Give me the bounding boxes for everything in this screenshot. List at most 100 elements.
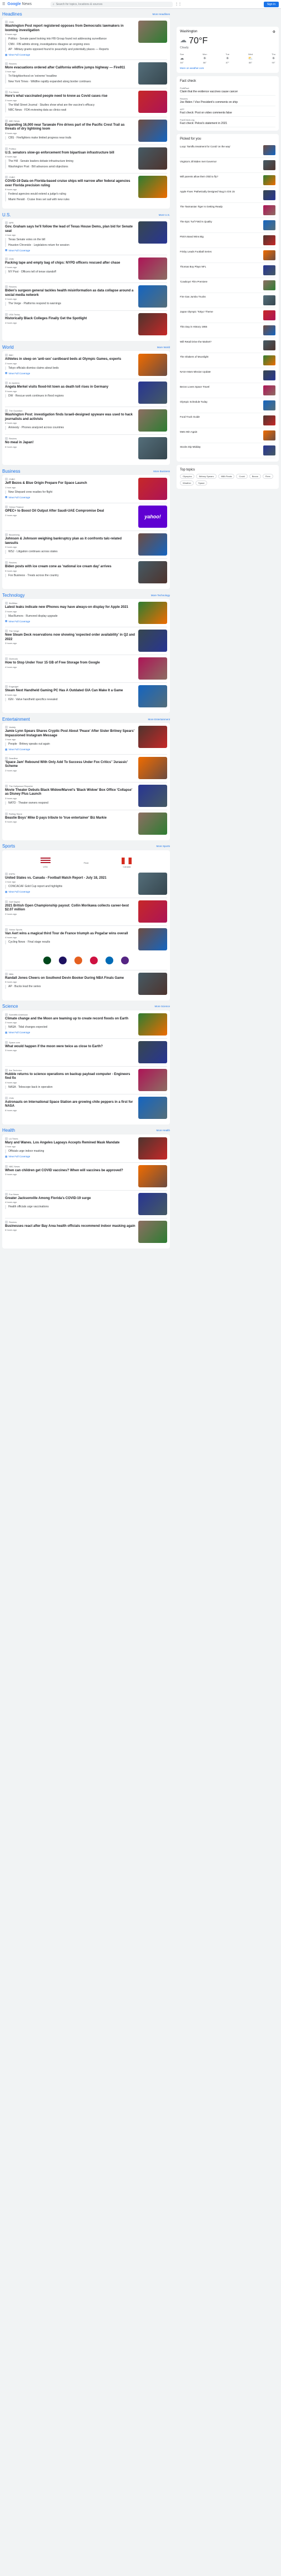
related-headline[interactable]: WSJ · Litigation continues across states (8, 550, 136, 554)
team-logo-icon[interactable] (90, 956, 98, 964)
settings-icon[interactable]: ⚙ (273, 30, 275, 34)
article-headlines-4[interactable]: Politico U.S. senators slow-go enforcemen… (5, 147, 167, 171)
article-thumbnail[interactable] (138, 1192, 167, 1215)
article-source[interactable]: The Hollywood Reporter (5, 784, 136, 787)
article-source[interactable]: Reuters (5, 62, 136, 65)
section-title-technology[interactable]: Technology (2, 593, 24, 598)
article-headline[interactable]: Randall Jones Cheers on Southend Devin B… (5, 977, 136, 981)
topic-chip[interactable]: Fires (262, 474, 273, 479)
article-sports-1[interactable]: Golf Digest 2021 British Open Championshi… (5, 900, 167, 923)
picked-item[interactable]: Stocks Dip Midday (180, 443, 275, 458)
related-headline[interactable]: Cycling News · Final stage results (8, 940, 136, 944)
article-business-2[interactable]: Bloomberg Johnson & Johnson weighing bank… (5, 533, 167, 556)
article-business-1[interactable]: Yahoo Finance OPEC+ to Boost Oil Output A… (5, 506, 167, 528)
article-source[interactable]: CNN (5, 1096, 136, 1099)
related-headline[interactable]: The Hill · Senate leaders debate infrast… (8, 160, 136, 164)
related-headline[interactable]: CNN · FBI admits strong, investigations … (8, 43, 136, 47)
related-headline[interactable]: New York Times · Wildfire rapidly expand… (8, 80, 136, 84)
article-headline[interactable]: COVID-19 Data on Florida-based cruise sh… (5, 180, 136, 188)
article-thumbnail[interactable] (138, 285, 167, 308)
article-thumbnail[interactable] (138, 928, 167, 950)
article-technology-3[interactable]: Engadget Steam Next Handheld Gaming PC Ha… (5, 685, 167, 707)
article-headline[interactable]: New Steam Deck reservations now showing … (5, 633, 136, 642)
related-headline[interactable]: MacRumors · Rumored display upgrade (8, 615, 136, 618)
article-source[interactable]: CNBC (5, 176, 136, 179)
section-title-headlines[interactable]: Headlines (2, 12, 22, 17)
related-headline[interactable]: The Verge · Platforms respond to warning… (8, 302, 136, 306)
article-us-1[interactable]: CNN Packing tape and empty bag of chips: … (5, 257, 167, 280)
article-sports-3[interactable]: NBA Randall Jones Cheers on Southend Devi… (5, 972, 167, 995)
team-logo-icon[interactable] (121, 956, 129, 964)
related-headline[interactable]: CBS · Firefighters make limited progress… (8, 136, 136, 140)
article-technology-2[interactable]: Gizmodo How to Stop Under Your 15 GB of F… (5, 657, 167, 680)
article-source[interactable]: Reuters (5, 561, 136, 564)
article-source[interactable]: CNN (5, 21, 136, 23)
article-source[interactable]: Reuters (5, 285, 136, 288)
article-source[interactable]: Politico (5, 147, 136, 150)
article-thumbnail[interactable] (138, 1165, 167, 1187)
article-headline[interactable]: Athletes in sleep on 'anti-sex' cardboar… (5, 358, 136, 362)
full-coverage-link[interactable]: ▦ View Full Coverage (5, 890, 136, 894)
article-source[interactable]: ESPN (5, 872, 136, 875)
topic-chip[interactable]: Space (195, 480, 208, 486)
article-thumbnail[interactable] (138, 726, 167, 748)
article-source[interactable]: The Guardian (5, 409, 136, 412)
picked-item[interactable]: Mets Win Again (180, 428, 275, 443)
section-more-business[interactable]: More Business (153, 470, 170, 473)
article-science-3[interactable]: CNN Astronauts on International Space Sta… (5, 1096, 167, 1119)
article-thumbnail[interactable] (138, 176, 167, 198)
section-title-science[interactable]: Science (2, 1004, 18, 1009)
article-thumbnail[interactable] (138, 602, 167, 624)
picked-item[interactable]: Food Truck Guide (180, 413, 275, 428)
article-thumbnail[interactable] (138, 756, 167, 779)
search-input[interactable]: ⌕ Search for topics, locations & sources (51, 1, 173, 7)
article-headline[interactable]: Climate change and the Moon are teaming … (5, 1017, 136, 1022)
article-thumbnail[interactable] (138, 257, 167, 280)
article-entertainment-3[interactable]: Rolling Stone Beastie Boys' Mike D pays t… (5, 812, 167, 835)
article-us-2[interactable]: Reuters Biden's surgeon general tackles h… (5, 285, 167, 308)
article-headline[interactable]: Biden posts with ice cream cone as 'nati… (5, 565, 136, 569)
article-source[interactable]: Al Jazeera (5, 382, 136, 384)
article-source[interactable]: Variety (5, 726, 136, 729)
article-source[interactable]: Yahoo Finance (5, 506, 136, 508)
team-logo-icon[interactable] (74, 956, 82, 964)
article-thumbnail[interactable] (138, 1096, 167, 1119)
article-world-2[interactable]: The Guardian Washington Post: investigati… (5, 409, 167, 432)
article-source[interactable]: Space.com (5, 1041, 136, 1044)
picked-item[interactable]: 'Cowboys' Film Premiere (180, 278, 275, 293)
picked-item[interactable]: Will parents allow their child to fly? (180, 173, 275, 188)
article-health-1[interactable]: NBC News When can children get COVID vacc… (5, 1165, 167, 1187)
article-technology-0[interactable]: 9to5Mac Latest leaks indicate new iPhones… (5, 602, 167, 624)
article-headline[interactable]: More evacuations ordered after Californi… (5, 66, 136, 71)
article-headline[interactable]: Jeff Bezos & Blue Origin Prepare For Spa… (5, 482, 136, 486)
related-headline[interactable]: CONCACAF Gold Cup report and highlights (8, 885, 136, 889)
article-headline[interactable]: Astronauts on International Space Statio… (5, 1101, 136, 1109)
article-world-0[interactable]: BBC Athletes in sleep on 'anti-sex' cardb… (5, 354, 167, 376)
article-headline[interactable]: Washington Post: investigation finds Isr… (5, 413, 136, 422)
article-entertainment-1[interactable]: Deadline 'Space Jam' Rebound With Only Ad… (5, 756, 167, 779)
article-technology-1[interactable]: The Verge New Steam Deck reservations now… (5, 630, 167, 652)
article-thumbnail[interactable] (138, 630, 167, 652)
article-thumbnail[interactable] (138, 354, 167, 376)
related-headline[interactable]: Miami Herald · Cruise lines set sail wit… (8, 198, 136, 202)
related-headline[interactable]: Washington Post · Bill advances amid obj… (8, 165, 136, 169)
article-source[interactable]: 9to5Mac (5, 602, 136, 605)
related-headline[interactable]: NY Post · Officers tell of tense standof… (8, 270, 136, 274)
section-title-business[interactable]: Business (2, 469, 20, 474)
full-coverage-link[interactable]: ▦ View Full Coverage (5, 53, 136, 57)
article-source[interactable]: Reuters (5, 437, 136, 440)
section-more-sports[interactable]: More Sports (156, 845, 170, 848)
article-headline[interactable]: What would happen if the moon were twice… (5, 1045, 136, 1049)
article-headline[interactable]: Beastie Boys' Mike D pays tribute to 'tr… (5, 816, 136, 821)
sign-in-button[interactable]: Sign in (263, 1, 279, 7)
article-thumbnail[interactable] (138, 784, 167, 807)
topic-chip[interactable]: Covid (236, 474, 248, 479)
related-headline[interactable]: The Wall Street Journal · Studies show w… (8, 103, 136, 107)
article-source[interactable]: Bloomberg (5, 533, 136, 536)
article-thumbnail[interactable] (138, 478, 167, 500)
apps-icon[interactable]: ⋮⋮ (175, 2, 182, 6)
article-thumbnail[interactable] (138, 1220, 167, 1243)
article-thumbnail[interactable] (138, 533, 167, 556)
picked-item[interactable]: Frisby Leads Football Series (180, 248, 275, 263)
related-headline[interactable]: Fox Business · Treats across the country (8, 574, 136, 578)
